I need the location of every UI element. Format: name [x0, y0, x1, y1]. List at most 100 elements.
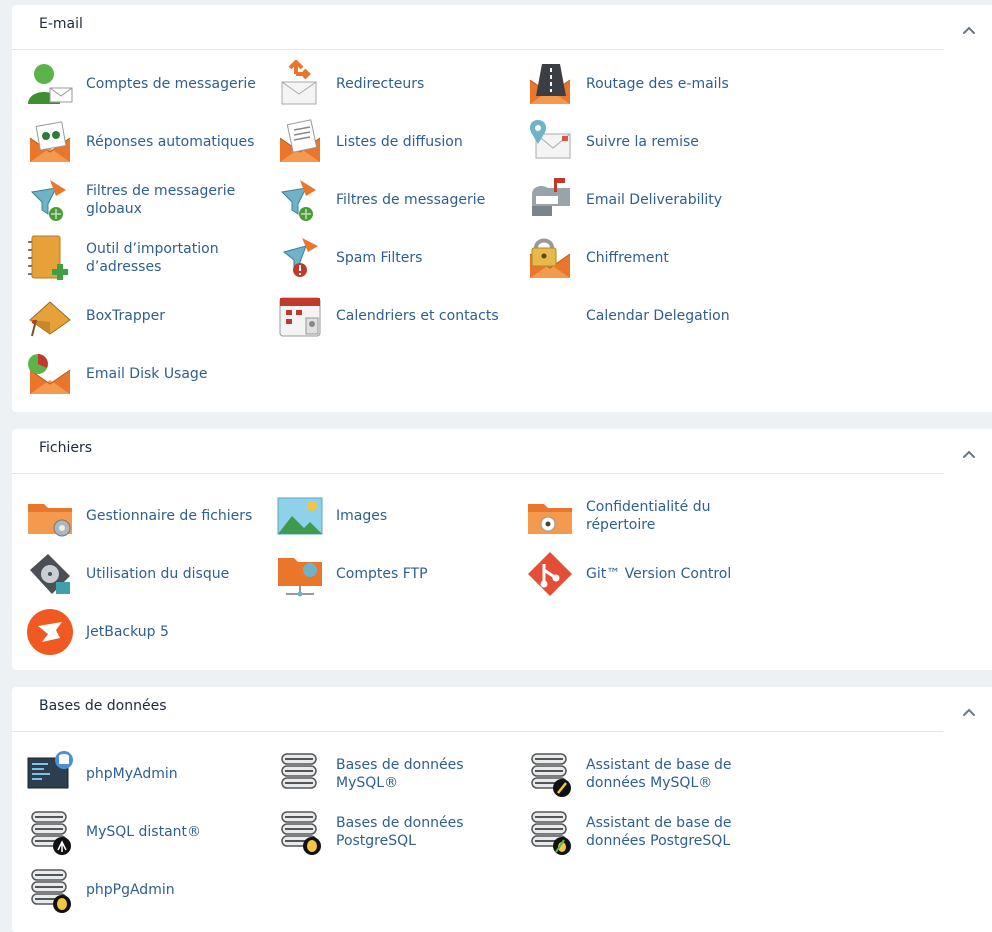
email-filters-link[interactable]: Filtres de messagerie [262, 174, 512, 226]
disk-usage-link[interactable]: Utilisation du disque [12, 548, 262, 600]
item-label: phpMyAdmin [86, 766, 178, 782]
email-section-header: E-mail [12, 5, 943, 50]
jetbackup-icon [27, 609, 73, 655]
item-label: BoxTrapper [86, 308, 165, 324]
item-label: Comptes FTP [336, 566, 428, 582]
postgresql-databases-icon [276, 808, 321, 855]
item-label: Calendar Delegation [586, 308, 730, 324]
jetbackup-link[interactable]: JetBackup 5 [12, 606, 262, 658]
forwarders-link[interactable]: Redirecteurs [262, 58, 512, 110]
item-label: Listes de diffusion [336, 134, 463, 150]
item-label: Email Deliverability [586, 192, 723, 208]
item-label: phpPgAdmin [86, 882, 175, 898]
email-section: E-mail Comptes de messagerie Redirecteur… [12, 5, 992, 412]
email-accounts-link[interactable]: Comptes de messagerie [12, 58, 262, 110]
autoresponders-link[interactable]: Réponses automatiques [12, 116, 262, 168]
file-manager-icon [26, 492, 74, 537]
global-email-filters-link[interactable]: Filtres de messagerie globaux [12, 174, 262, 226]
collapse-chevron-up-icon[interactable] [960, 445, 978, 463]
item-label: Outil d’importation d’adresses [86, 241, 219, 275]
mysql-wizard-link[interactable]: Assistant de base de données MySQL® [512, 748, 762, 800]
directory-privacy-icon [526, 492, 574, 540]
spam-filters-link[interactable]: Spam Filters [262, 232, 512, 284]
item-label: Calendriers et contacts [336, 308, 499, 324]
remote-mysql-icon [26, 808, 71, 855]
item-label: Spam Filters [336, 250, 423, 266]
boxtrapper-link[interactable]: BoxTrapper [12, 290, 262, 342]
databases-section-header: Bases de données [12, 687, 943, 732]
git-icon [528, 552, 572, 596]
track-delivery-icon [530, 120, 571, 159]
email-deliverability-link[interactable]: Email Deliverability [512, 174, 762, 226]
phppgadmin-link[interactable]: phpPgAdmin [12, 864, 262, 916]
item-label: Confidentialité du répertoire [586, 499, 711, 533]
item-label: Suivre la remise [586, 134, 699, 150]
file-manager-link[interactable]: Gestionnaire de fichiers [12, 490, 262, 542]
email-disk-usage-link[interactable]: Email Disk Usage [12, 348, 262, 400]
address-importer-icon [28, 235, 68, 280]
collapse-chevron-up-icon[interactable] [960, 21, 978, 39]
item-label: Gestionnaire de fichiers [86, 508, 253, 524]
images-icon [277, 497, 323, 535]
email-disk-usage-icon [28, 354, 74, 398]
mailing-lists-icon [276, 119, 324, 166]
autoresponders-icon [26, 121, 74, 166]
mysql-wizard-icon [526, 750, 571, 797]
item-label: Assistant de base de données MySQL® [586, 757, 732, 791]
section-title: Bases de données [39, 698, 167, 714]
encryption-icon [526, 238, 574, 282]
item-label: Filtres de messagerie [336, 192, 486, 208]
boxtrapper-icon [29, 301, 71, 337]
email-routing-link[interactable]: Routage des e-mails [512, 58, 762, 110]
item-label: Email Disk Usage [86, 366, 208, 382]
postgresql-wizard-icon [526, 808, 571, 855]
directory-privacy-link[interactable]: Confidentialité du répertoire [512, 490, 762, 542]
email-accounts-icon [28, 64, 73, 104]
track-delivery-link[interactable]: Suivre la remise [512, 116, 762, 168]
email-deliverability-icon [532, 178, 570, 216]
item-label: Routage des e-mails [586, 76, 729, 92]
section-title: E-mail [39, 16, 83, 32]
item-label: Filtres de messagerie globaux [86, 183, 236, 217]
item-label: JetBackup 5 [86, 624, 169, 640]
phpmyadmin-link[interactable]: phpMyAdmin [12, 748, 262, 800]
disk-usage-icon [30, 554, 70, 594]
item-label: Bases de données MySQL® [336, 757, 464, 791]
item-label: Bases de données PostgreSQL [336, 815, 464, 849]
ftp-accounts-icon [278, 558, 322, 597]
databases-section: Bases de données phpMyAdmin Bases de don… [12, 687, 992, 932]
item-label: Assistant de base de données PostgreSQL [586, 815, 732, 849]
forwarders-icon [281, 60, 317, 105]
spam-filters-icon [282, 238, 318, 277]
remote-mysql-link[interactable]: MySQL distant® [12, 806, 262, 858]
mailing-lists-link[interactable]: Listes de diffusion [262, 116, 512, 168]
calendar-delegation-link[interactable]: Calendar Delegation [512, 290, 762, 342]
phppgadmin-icon [26, 866, 71, 913]
mysql-databases-icon [276, 750, 324, 798]
address-importer-link[interactable]: Outil d’importation d’adresses [12, 232, 262, 284]
files-section-header: Fichiers [12, 429, 943, 474]
email-routing-icon [526, 64, 574, 108]
item-label: Chiffrement [586, 250, 669, 266]
calendars-contacts-link[interactable]: Calendriers et contacts [262, 290, 512, 342]
item-label: Utilisation du disque [86, 566, 230, 582]
item-label: Comptes de messagerie [86, 76, 256, 92]
git-link[interactable]: Git™ Version Control [512, 548, 762, 600]
postgresql-wizard-link[interactable]: Assistant de base de données PostgreSQL [512, 806, 762, 858]
calendars-contacts-icon [279, 297, 321, 337]
postgresql-databases-link[interactable]: Bases de données PostgreSQL [262, 806, 512, 858]
collapse-chevron-up-icon[interactable] [960, 703, 978, 721]
item-label: Réponses automatiques [86, 134, 255, 150]
item-label: Git™ Version Control [586, 566, 732, 582]
global-email-filters-icon [26, 176, 74, 224]
item-label: MySQL distant® [86, 824, 202, 840]
phpmyadmin-icon [27, 751, 73, 789]
section-title: Fichiers [39, 440, 93, 456]
item-label: Images [336, 508, 388, 524]
email-filters-icon [276, 176, 324, 224]
images-link[interactable]: Images [262, 490, 512, 542]
ftp-accounts-link[interactable]: Comptes FTP [262, 548, 512, 600]
encryption-link[interactable]: Chiffrement [512, 232, 762, 284]
mysql-databases-link[interactable]: Bases de données MySQL® [262, 748, 512, 800]
files-section: Fichiers Gestionnaire de fichiers Images… [12, 429, 992, 670]
